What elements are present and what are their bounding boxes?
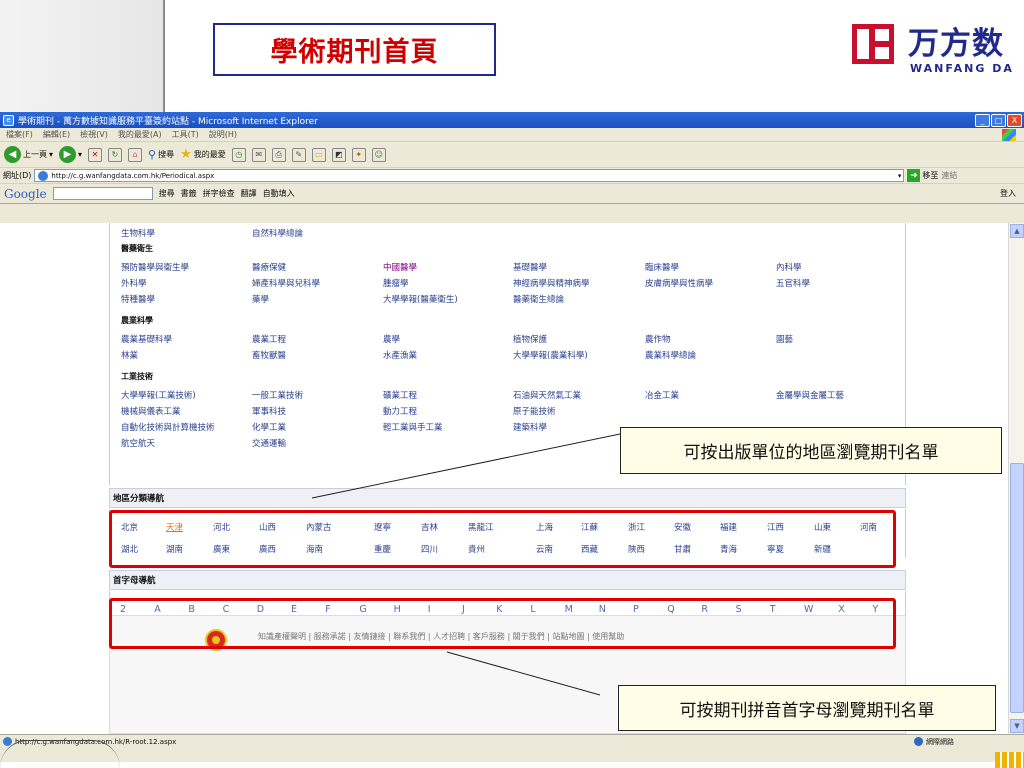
pointer-lines	[311, 433, 621, 696]
slide-decoration-arc	[0, 740, 120, 768]
region-callout: 可按出版單位的地區瀏覽期刊名單	[620, 427, 1002, 474]
letter-callout: 可按期刊拼音首字母瀏覽期刊名單	[618, 685, 996, 731]
slide-decoration-bars	[995, 752, 1024, 768]
region-pointer-line	[311, 433, 621, 499]
letter-pointer-line	[446, 651, 601, 696]
